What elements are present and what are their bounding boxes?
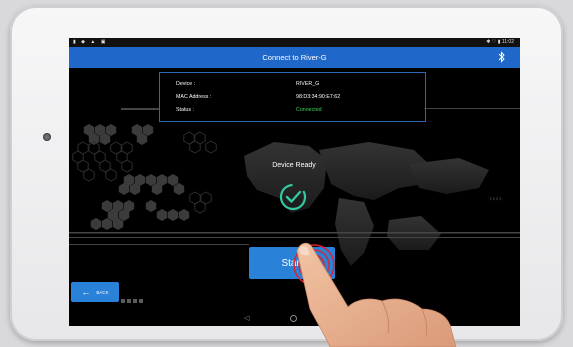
- page-title: Connect to River-G: [262, 53, 327, 62]
- device-info-panel: Device : RIVER_G MAC Address : 98:D3:34:…: [159, 72, 426, 122]
- status-value: Connected: [296, 107, 322, 113]
- system-status-bar: ▮ ◆ ▲ ▣ ✱ ♡ ▮ 11:02: [69, 38, 520, 47]
- block-pattern-graphic: [121, 299, 143, 303]
- back-button-label: BACK: [96, 289, 109, 295]
- mac-value: 98:D3:34:90:E7:62: [296, 94, 341, 100]
- nav-back-icon[interactable]: ◁: [244, 315, 249, 322]
- mac-label: MAC Address :: [176, 94, 212, 100]
- bluetooth-icon[interactable]: [498, 51, 506, 63]
- device-label: Device :: [176, 81, 196, 87]
- check-circle-icon: [279, 183, 307, 211]
- status-time: ✱ ♡ ▮ 11:02: [486, 39, 514, 45]
- back-button[interactable]: ← BACK: [71, 282, 119, 302]
- device-ready-title: Device Ready: [272, 162, 316, 169]
- tablet-camera: [43, 133, 51, 141]
- device-row: Device : RIVER_G: [176, 79, 416, 89]
- pointing-hand-graphic: [296, 242, 457, 347]
- app-bar: Connect to River-G: [69, 47, 520, 68]
- hexagon-graphic: [83, 124, 190, 230]
- back-arrow-icon: ←: [81, 286, 91, 297]
- device-value: RIVER_G: [296, 81, 320, 87]
- status-label: Status :: [176, 107, 194, 113]
- status-row: Status : Connected: [176, 105, 416, 115]
- status-icons: ▮ ◆ ▲ ▣: [73, 39, 108, 45]
- mac-row: MAC Address : 98:D3:34:90:E7:62: [176, 92, 416, 102]
- chevrons-decoration: ››››: [489, 194, 502, 203]
